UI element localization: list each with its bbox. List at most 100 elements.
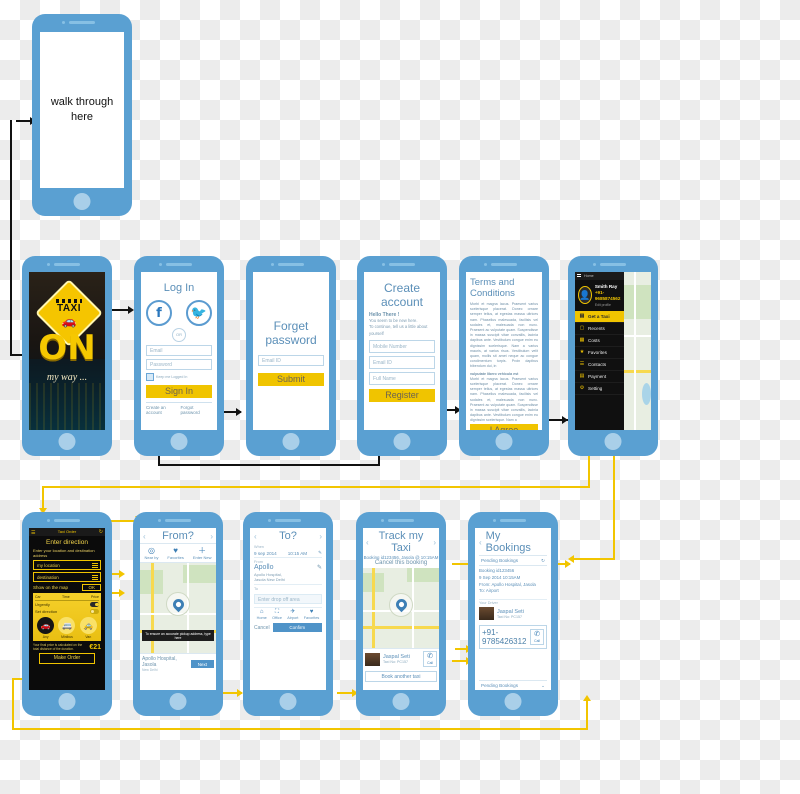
user-profile[interactable]: 👤 Smith Ray +91-9685874562 Edit profile: [575, 280, 624, 311]
home-button[interactable]: [504, 693, 522, 710]
next-button[interactable]: Next: [190, 660, 214, 668]
ok-button[interactable]: OK: [82, 584, 101, 591]
booking-to: To: Airport: [479, 588, 499, 594]
call-button[interactable]: ✆ Call: [423, 651, 437, 667]
confirm-button[interactable]: Confirm: [272, 623, 322, 633]
home-button[interactable]: [58, 433, 76, 450]
hamburger-icon[interactable]: ☰: [31, 529, 35, 537]
keyboard-icon[interactable]: [92, 575, 98, 580]
home-button[interactable]: [393, 433, 411, 450]
tab-near-by[interactable]: ◎ Near by: [144, 546, 158, 560]
create-account-link[interactable]: Create an account: [146, 405, 181, 415]
refresh-icon[interactable]: ↻: [541, 558, 545, 564]
forgot-password-link[interactable]: Forgot password: [181, 405, 212, 415]
email-id-field[interactable]: Email ID: [258, 354, 324, 366]
chevron-right-icon[interactable]: ›: [319, 532, 322, 541]
home-button[interactable]: [392, 693, 410, 710]
connector-makeorder-loop-v: [12, 678, 14, 730]
from-title: From?: [162, 530, 194, 542]
edit-icon[interactable]: ✎: [318, 550, 322, 556]
tab-enter-new[interactable]: ＋ Enter New: [193, 546, 212, 560]
menu-item-favorites[interactable]: ★ Favorites: [575, 347, 624, 359]
panel-col-price: Price: [91, 595, 99, 599]
cancel-button[interactable]: Cancel: [254, 625, 270, 631]
car-option-van[interactable]: 🚕 Van: [79, 617, 97, 639]
screen-menu-drawer: Home 👤 Smith Ray +91-9685874562 Edit pro…: [575, 272, 651, 430]
home-button[interactable]: [604, 433, 622, 450]
tab-favorites[interactable]: ♥ Favorites: [167, 546, 183, 560]
submit-button[interactable]: Submit: [258, 372, 324, 386]
edit-icon[interactable]: ✎: [317, 564, 322, 571]
menu-item-get-a-taxi[interactable]: ▤ Get a Taxi: [575, 310, 624, 323]
refresh-icon[interactable]: ↻: [99, 528, 103, 536]
chevron-right-icon[interactable]: ›: [433, 538, 436, 547]
airplane-icon: ✈: [290, 609, 296, 616]
order-amount: €21: [89, 644, 101, 652]
email-field[interactable]: Email: [146, 345, 212, 356]
make-order-button[interactable]: Make Order: [39, 653, 95, 665]
keep-logged-in-checkbox[interactable]: [146, 373, 154, 381]
twitter-icon[interactable]: 🐦: [186, 300, 212, 326]
menu-item-costs[interactable]: ▦ Costs: [575, 335, 624, 347]
menu-item-contacts[interactable]: ☰ Contacts: [575, 359, 624, 371]
taxi-car-icon: 🚗: [61, 314, 77, 328]
sign-in-button[interactable]: Sign In: [146, 385, 212, 398]
menu-item-recents[interactable]: ▢ Recents: [575, 323, 624, 335]
full-name-field[interactable]: Full Name: [369, 371, 435, 385]
booking-from: From: Apollo Hospital, Jasola: [479, 581, 536, 587]
speaker-grille: [500, 519, 526, 522]
camera-dot: [593, 263, 596, 266]
home-button[interactable]: [282, 433, 300, 450]
i-agree-button[interactable]: I Agree: [470, 423, 538, 430]
van-icon: 🚕: [79, 617, 97, 634]
chevron-right-icon[interactable]: ›: [210, 532, 213, 541]
home-button[interactable]: [73, 193, 91, 210]
show-on-map-label[interactable]: Show on the map: [33, 585, 68, 590]
facebook-icon[interactable]: f: [146, 300, 172, 326]
book-another-taxi-button[interactable]: Book another taxi: [365, 671, 437, 682]
camera-dot: [47, 519, 50, 522]
mobile-number-field[interactable]: Mobile Number: [369, 339, 435, 353]
home-button[interactable]: [495, 433, 513, 450]
clock-icon: ▢: [579, 325, 585, 332]
destination-field[interactable]: destination: [33, 572, 101, 582]
edit-profile-link[interactable]: Edit profile: [595, 303, 621, 307]
set-direction-toggle[interactable]: [90, 609, 99, 614]
shortcut-home[interactable]: ⌂ Home: [257, 609, 267, 620]
car-option-any[interactable]: 🚗 Any: [37, 617, 55, 639]
menu-item-payment[interactable]: ▤ Payment: [575, 371, 624, 383]
drop-off-field[interactable]: Enter drop off area: [254, 593, 322, 604]
chevron-down-icon[interactable]: ⌄: [541, 683, 545, 689]
shortcut-office[interactable]: ⛶ Office: [272, 609, 282, 620]
screen-walkthrough: walk through here: [40, 32, 124, 188]
password-field[interactable]: Password: [146, 359, 212, 370]
when-row[interactable]: 9 sep 2014 10:15 AM ✎: [254, 549, 322, 558]
register-button[interactable]: Register: [369, 388, 435, 402]
map-view[interactable]: [363, 568, 439, 648]
menu-label: Recents: [588, 325, 605, 331]
menu-item-setting[interactable]: ⚙ Setting: [575, 383, 624, 395]
home-button[interactable]: [170, 433, 188, 450]
email-id-field[interactable]: Email ID: [369, 355, 435, 369]
home-button[interactable]: [169, 693, 187, 710]
my-location-field[interactable]: my location: [33, 560, 101, 570]
map-pin: [389, 592, 413, 617]
call-button[interactable]: ✆ Call: [530, 629, 544, 646]
shortcut-favorites[interactable]: ♥ Favorites: [304, 609, 320, 620]
connector-recents-bookings-h: [573, 558, 615, 560]
car-option-minibus[interactable]: 🚐 Minibus: [58, 617, 76, 639]
camera-dot: [382, 263, 385, 266]
urgently-toggle[interactable]: [90, 602, 99, 607]
keyboard-icon[interactable]: [92, 563, 98, 568]
home-button[interactable]: [58, 693, 76, 710]
speaker-grille: [54, 263, 80, 266]
order-status-title: Taxi Order: [57, 529, 77, 534]
map-view[interactable]: To ensure an accurate pickup address, ty…: [140, 563, 216, 653]
from-address: Apollo Hospital, Jasola: [142, 656, 177, 668]
shortcut-airport[interactable]: ✈ Airport: [287, 609, 298, 620]
shortcut-label: Airport: [287, 616, 299, 621]
home-button[interactable]: [279, 693, 297, 710]
cancel-booking-link[interactable]: Cancel this booking: [363, 560, 439, 566]
menu-label: Costs: [588, 337, 600, 343]
avatar: 👤: [578, 286, 592, 305]
